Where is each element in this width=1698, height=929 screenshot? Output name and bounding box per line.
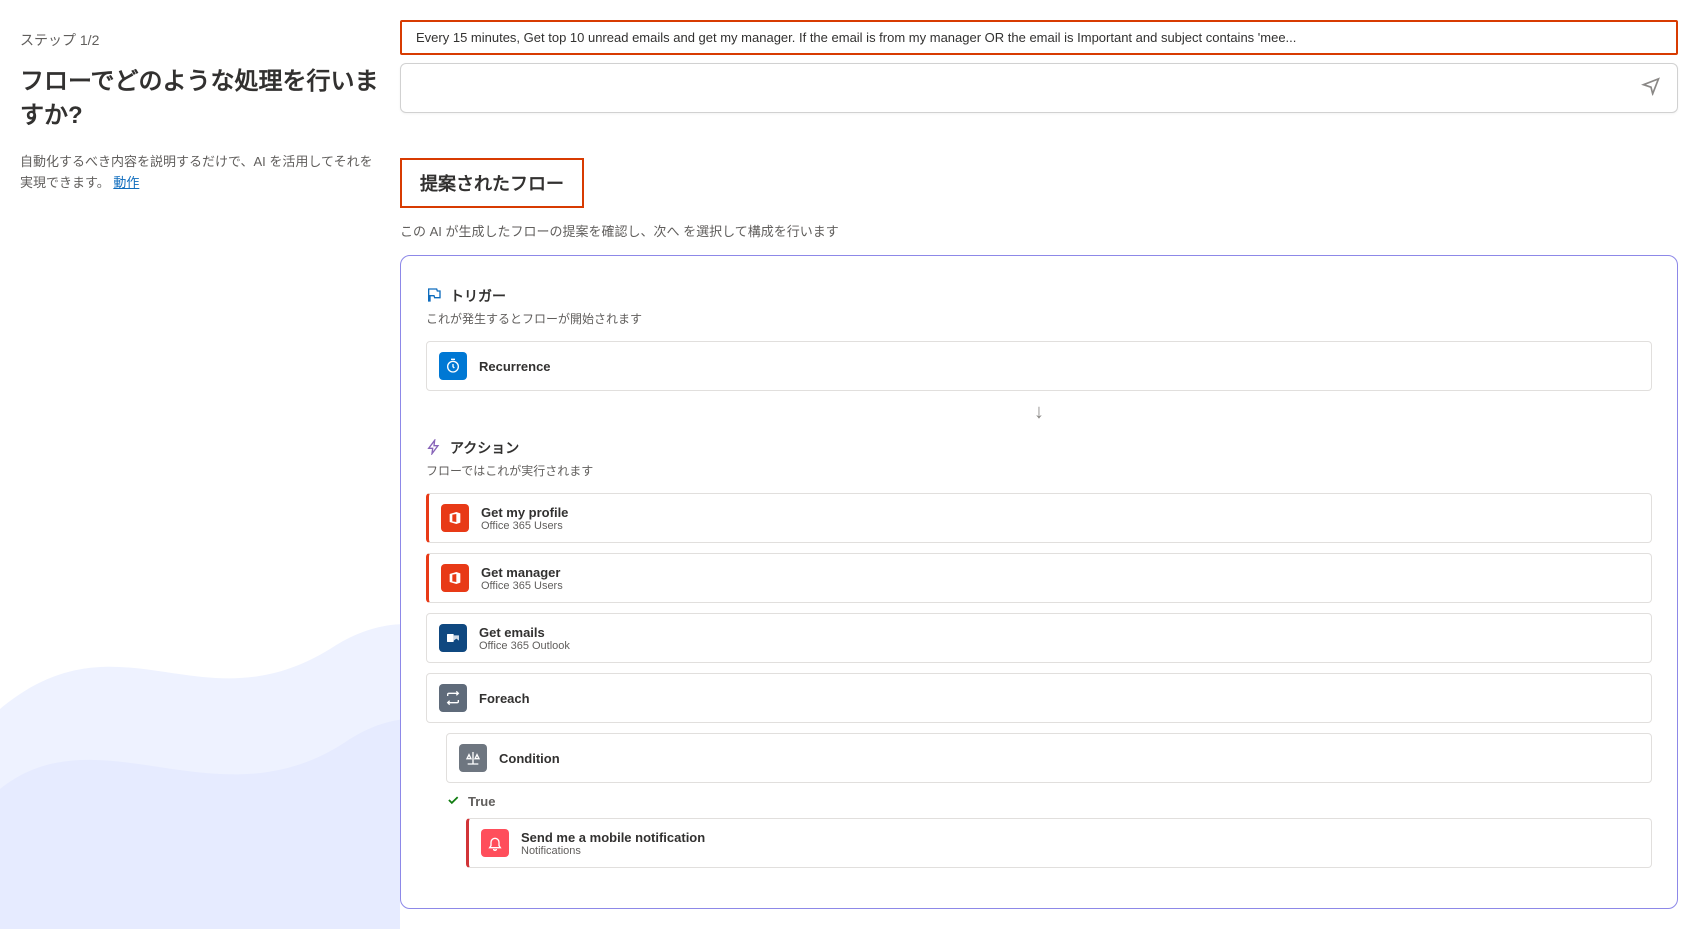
- action-get-profile-card[interactable]: Get my profile Office 365 Users: [426, 493, 1652, 543]
- scale-icon: [459, 744, 487, 772]
- office-icon: [441, 504, 469, 532]
- flow-canvas: トリガー これが発生するとフローが開始されます Recurrence ↓ アクシ…: [400, 255, 1678, 909]
- page-title: フローでどのような処理を行いますか?: [20, 65, 380, 132]
- action-notify-card[interactable]: Send me a mobile notification Notificati…: [466, 818, 1652, 868]
- action-get-manager-card[interactable]: Get manager Office 365 Users: [426, 553, 1652, 603]
- trigger-sub: これが発生するとフローが開始されます: [426, 310, 1652, 327]
- branch-true-label: True: [468, 794, 495, 809]
- lightning-icon: [426, 439, 442, 458]
- clock-icon: [439, 352, 467, 380]
- action-get-emails-card[interactable]: Get emails Office 365 Outlook: [426, 613, 1652, 663]
- trigger-section-head: トリガー: [426, 286, 1652, 306]
- send-icon[interactable]: [1641, 76, 1661, 101]
- check-icon: [446, 793, 460, 810]
- page-desc-text: 自動化するべき内容を説明するだけで、AI を活用してそれを実現できます。: [20, 154, 373, 190]
- how-it-works-link[interactable]: 動作: [113, 175, 139, 190]
- action-condition-card[interactable]: Condition: [446, 733, 1652, 783]
- action-foreach-card[interactable]: Foreach: [426, 673, 1652, 723]
- office-icon: [441, 564, 469, 592]
- card-title: Get emails: [479, 625, 570, 640]
- trigger-label: トリガー: [450, 286, 506, 306]
- flag-icon: [426, 287, 442, 306]
- branch-true: True: [446, 793, 1652, 810]
- suggested-flow-heading-box: 提案されたフロー: [400, 158, 584, 208]
- action-sub: フローではこれが実行されます: [426, 462, 1652, 479]
- main-panel: Every 15 minutes, Get top 10 unread emai…: [400, 0, 1698, 929]
- card-sub: Office 365 Users: [481, 580, 563, 592]
- card-title: Recurrence: [479, 359, 551, 374]
- suggested-flow-heading: 提案されたフロー: [420, 170, 564, 196]
- card-sub: Notifications: [521, 845, 705, 857]
- outlook-icon: [439, 624, 467, 652]
- trigger-recurrence-card[interactable]: Recurrence: [426, 341, 1652, 391]
- step-indicator: ステップ 1/2: [20, 30, 380, 50]
- card-sub: Office 365 Users: [481, 520, 568, 532]
- card-title: Send me a mobile notification: [521, 830, 705, 845]
- card-sub: Office 365 Outlook: [479, 640, 570, 652]
- action-section-head: アクション: [426, 438, 1652, 458]
- left-panel: ステップ 1/2 フローでどのような処理を行いますか? 自動化するべき内容を説明…: [0, 0, 400, 929]
- prompt-text-highlight: Every 15 minutes, Get top 10 unread emai…: [400, 20, 1678, 55]
- bell-icon: [481, 829, 509, 857]
- card-title: Get manager: [481, 565, 563, 580]
- decorative-wave: [0, 529, 400, 929]
- card-title: Foreach: [479, 691, 530, 706]
- arrow-down-icon: ↓: [426, 401, 1652, 424]
- page-description: 自動化するべき内容を説明するだけで、AI を活用してそれを実現できます。 動作: [20, 152, 380, 194]
- suggested-flow-sub: この AI が生成したフローの提案を確認し、次へ を選択して構成を行います: [400, 221, 1678, 240]
- prompt-input[interactable]: [400, 63, 1678, 113]
- card-title: Get my profile: [481, 505, 568, 520]
- action-label: アクション: [450, 438, 519, 458]
- card-title: Condition: [499, 751, 560, 766]
- loop-icon: [439, 684, 467, 712]
